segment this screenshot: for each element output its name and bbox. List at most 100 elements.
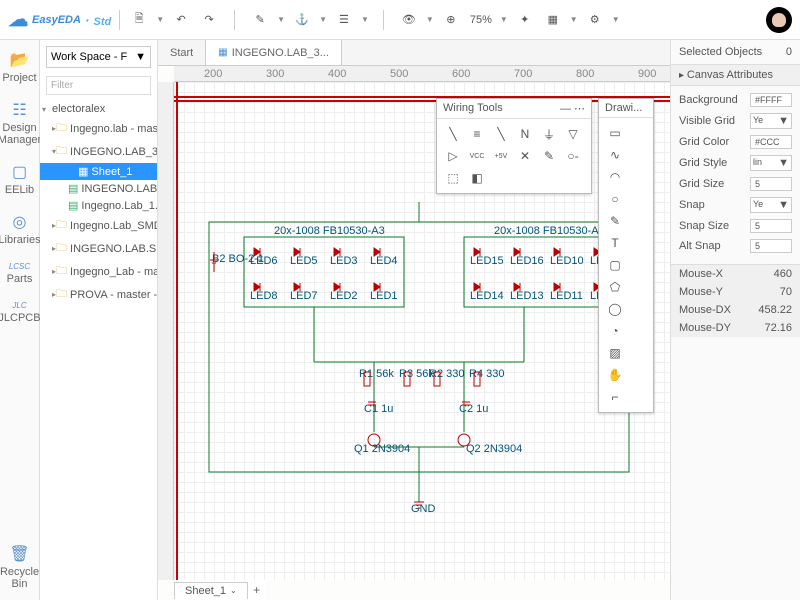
- rect-icon[interactable]: ▢: [603, 254, 627, 276]
- vcc-icon[interactable]: VCC: [465, 145, 489, 167]
- wand-icon[interactable]: ✦: [514, 9, 536, 31]
- netlabel-icon[interactable]: N: [513, 123, 537, 145]
- local-icon[interactable]: ⬚: [441, 167, 465, 189]
- zoom-level[interactable]: 75%: [470, 14, 492, 26]
- tree-item[interactable]: ▸🗀Ingegno_Lab - ma: [40, 260, 157, 283]
- tree-root[interactable]: ▾electoralex: [40, 101, 157, 117]
- prop-row: Snap Size5: [671, 216, 800, 236]
- svg-text:LED15: LED15: [470, 255, 504, 267]
- ruler-vertical: [158, 82, 174, 580]
- pen-icon[interactable]: ✎: [603, 210, 627, 232]
- tree-item[interactable]: ▸🗀Ingegno.Lab_SMD: [40, 214, 157, 237]
- noconnect-icon[interactable]: ✕: [513, 145, 537, 167]
- tree-item[interactable]: ▤INGEGNO.LAB_3: [40, 180, 157, 197]
- drawing-tools-panel[interactable]: Drawi... ▭ ∿ ◠ ○ ✎ T ▢ ⬠ ◯ ◔ ▨ ✋: [598, 98, 654, 413]
- add-sheet-button[interactable]: +: [248, 583, 266, 597]
- pie-icon[interactable]: ◔: [603, 320, 627, 342]
- svg-text:LED16: LED16: [510, 255, 544, 267]
- global-icon[interactable]: ◧: [465, 167, 489, 189]
- grid-icon[interactable]: ▦: [542, 9, 564, 31]
- svg-text:LED14: LED14: [470, 290, 504, 302]
- editor-tabs: Start ▦INGEGNO.LAB_3...: [158, 40, 670, 66]
- brand-text: EasyEDA: [32, 14, 81, 26]
- svg-text:LED7: LED7: [290, 290, 318, 302]
- bezier-icon[interactable]: ∿: [603, 144, 627, 166]
- redo-icon[interactable]: ↷: [198, 9, 220, 31]
- rail-libraries[interactable]: ◎Libraries: [1, 206, 39, 256]
- text-icon[interactable]: T: [603, 232, 627, 254]
- schematic-drawing: VCC GND 20x-1008 FB10530-A3 20x-1008 FB1…: [204, 202, 634, 522]
- zoom-icon[interactable]: ⊕: [440, 9, 462, 31]
- search-icon: ◎: [13, 212, 27, 232]
- netport-icon[interactable]: ○-: [561, 145, 585, 167]
- rail-project[interactable]: 📂Project: [1, 44, 39, 94]
- settings-icon[interactable]: ⚙: [584, 9, 606, 31]
- svg-text:LED1: LED1: [370, 290, 398, 302]
- undo-icon[interactable]: ↶: [170, 9, 192, 31]
- pan-icon[interactable]: ✋: [603, 364, 627, 386]
- edition-text: · Std: [85, 12, 111, 28]
- rail-design-manager[interactable]: ☷Design Manager: [1, 94, 39, 156]
- chip-icon: ▢: [12, 162, 27, 182]
- svg-text:LED2: LED2: [330, 290, 358, 302]
- tree-item[interactable]: ▸🗀PROVA - master -: [40, 283, 157, 306]
- svg-text:20x-1008 FB10530-A3: 20x-1008 FB10530-A3: [274, 225, 385, 237]
- eye-icon[interactable]: 👁: [398, 9, 420, 31]
- wiring-tools-panel[interactable]: Wiring Tools— ⋯ ╲ ≡ ╲ N ⏚ ▽ ▷ VCC +5V ✕ …: [436, 98, 592, 194]
- tree-item[interactable]: ▤Ingegno.Lab_1.0: [40, 197, 157, 214]
- ruler-horizontal: 200300400500600700800900: [174, 66, 670, 82]
- port-icon[interactable]: ▷: [441, 145, 465, 167]
- svg-text:LED6: LED6: [250, 255, 278, 267]
- tree-item[interactable]: ▸🗀Ingegno.lab - mas: [40, 117, 157, 140]
- filter-input[interactable]: Filter: [46, 76, 151, 95]
- canvas[interactable]: VCC GND 20x-1008 FB10530-A3 20x-1008 FB1…: [174, 82, 670, 580]
- tab-start[interactable]: Start: [158, 40, 206, 65]
- tree-item[interactable]: ▾🗀INGEGNO.LAB_3n: [40, 140, 157, 163]
- rail-jlcpcb[interactable]: JLCJLCPCB: [1, 295, 39, 334]
- sheet-tab-1[interactable]: Sheet_1⌄: [174, 582, 248, 599]
- arc-icon[interactable]: ◠: [603, 166, 627, 188]
- prop-row: Grid Size5: [671, 174, 800, 194]
- avatar[interactable]: [766, 7, 792, 33]
- cloud-icon: ☁: [8, 7, 28, 32]
- wire-icon[interactable]: ╲: [441, 123, 465, 145]
- selected-count: 0: [786, 46, 792, 58]
- circle2-icon[interactable]: ○: [603, 188, 627, 210]
- flag-icon[interactable]: ▽: [561, 123, 585, 145]
- list-icon: ☷: [12, 100, 26, 120]
- selected-objects-label: Selected Objects: [679, 46, 762, 58]
- svg-text:LED3: LED3: [330, 255, 358, 267]
- svg-text:LED8: LED8: [250, 290, 278, 302]
- svg-text:GND: GND: [411, 503, 436, 515]
- canvas-attributes-header: ▸ Canvas Attributes: [671, 65, 800, 86]
- align-icon[interactable]: ☰: [333, 9, 355, 31]
- minimize-icon[interactable]: — ⋯: [560, 102, 585, 115]
- image-icon[interactable]: ▨: [603, 342, 627, 364]
- rail-recycle[interactable]: 🗑Recycle Bin: [1, 538, 39, 600]
- ellipse-icon[interactable]: ◯: [603, 298, 627, 320]
- poly-icon[interactable]: ⬠: [603, 276, 627, 298]
- svg-text:Q2 2N3904: Q2 2N3904: [466, 443, 522, 455]
- gnd-icon[interactable]: ⏚: [537, 123, 561, 145]
- probe-icon[interactable]: ✎: [537, 145, 561, 167]
- tab-schematic[interactable]: ▦INGEGNO.LAB_3...: [206, 40, 342, 65]
- wiring-title: Wiring Tools: [443, 102, 503, 115]
- drawing-title: Drawi...: [605, 102, 642, 114]
- jlc-icon: JLC: [12, 301, 26, 310]
- svg-text:LED10: LED10: [550, 255, 584, 267]
- trash-icon: 🗑: [9, 544, 29, 564]
- bus-icon[interactable]: ≡: [465, 123, 489, 145]
- tree-item[interactable]: ▦Sheet_1: [40, 163, 157, 180]
- line-icon[interactable]: ▭: [603, 122, 627, 144]
- rail-eelib[interactable]: ▢EELib: [1, 156, 39, 206]
- lcsc-icon: LCSC: [9, 262, 30, 271]
- busentry-icon[interactable]: ╲: [489, 123, 513, 145]
- workspace-select[interactable]: Work Space - F▼: [46, 46, 151, 68]
- anchor-icon[interactable]: ⚓: [291, 9, 313, 31]
- pencil-icon[interactable]: ✎: [249, 9, 271, 31]
- rail-parts[interactable]: LCSCParts: [1, 256, 39, 295]
- file-icon[interactable]: 🗎: [128, 9, 150, 31]
- tree-item[interactable]: ▸🗀INGEGNO.LAB.SM: [40, 237, 157, 260]
- plus5v-icon[interactable]: +5V: [489, 145, 513, 167]
- corner-icon[interactable]: ⌐: [603, 386, 627, 408]
